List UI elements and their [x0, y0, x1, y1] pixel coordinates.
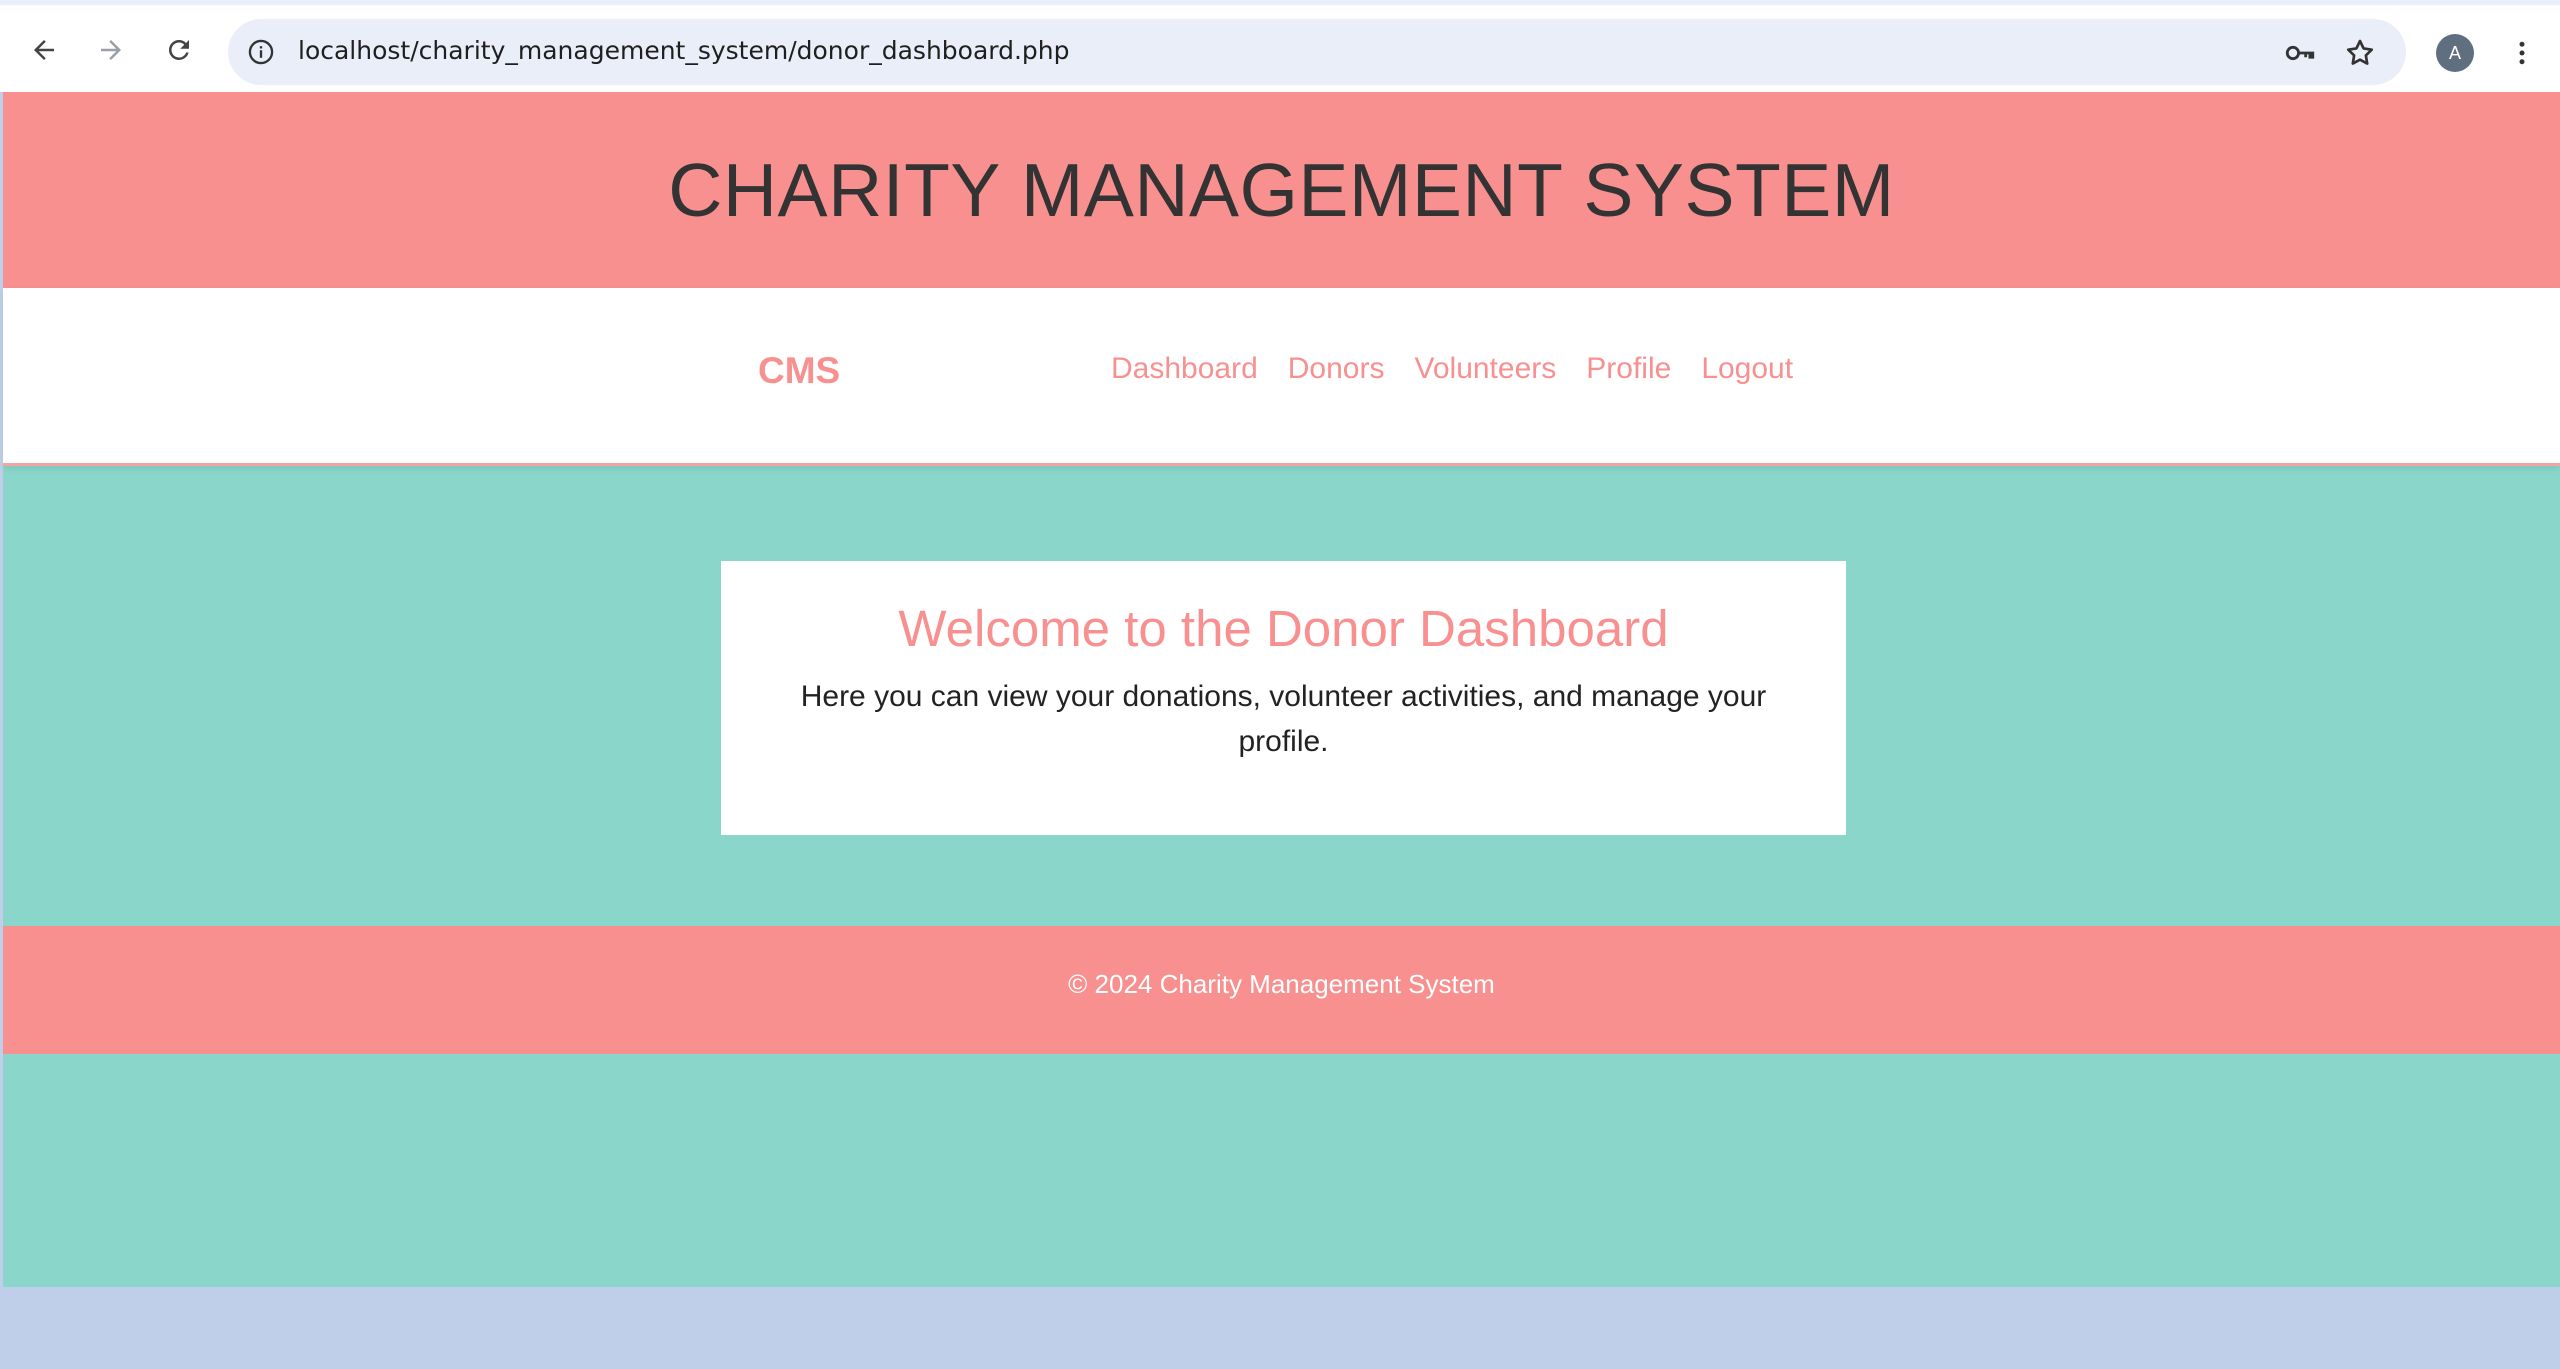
nav-link-donors[interactable]: Donors	[1288, 352, 1385, 386]
nav-links: Dashboard Donors Volunteers Profile Logo…	[1111, 352, 1793, 386]
arrow-right-icon	[101, 40, 121, 60]
browser-toolbar: localhost/charity_management_system/dono…	[0, 0, 2560, 92]
site-title: CHARITY MANAGEMENT SYSTEM	[668, 148, 1895, 232]
url-text[interactable]: localhost/charity_management_system/dono…	[298, 36, 1070, 65]
forward-button[interactable]	[88, 27, 134, 73]
reload-button[interactable]	[156, 27, 202, 73]
nav-link-dashboard[interactable]: Dashboard	[1111, 352, 1258, 386]
page-viewport: CHARITY MANAGEMENT SYSTEM CMS Dashboard …	[3, 92, 2560, 1287]
arrow-left-icon	[34, 40, 54, 60]
more-vert-icon[interactable]	[2504, 33, 2540, 73]
brand-logo[interactable]: CMS	[758, 350, 840, 392]
welcome-text: Here you can view your donations, volunt…	[800, 680, 1767, 758]
reload-icon	[168, 39, 189, 60]
welcome-heading: Welcome to the Donor Dashboard	[898, 600, 1669, 657]
info-icon[interactable]	[244, 35, 278, 69]
site-header: CHARITY MANAGEMENT SYSTEM	[3, 92, 2560, 288]
profile-avatar[interactable]: A	[2436, 34, 2474, 72]
star-icon[interactable]	[2342, 35, 2378, 71]
site-footer: © 2024 Charity Management System	[3, 926, 2560, 1054]
nav-link-profile[interactable]: Profile	[1586, 352, 1671, 386]
nav-link-volunteers[interactable]: Volunteers	[1414, 352, 1556, 386]
key-icon[interactable]	[2282, 35, 2318, 71]
main-navbar: CMS Dashboard Donors Volunteers Profile …	[3, 288, 2560, 466]
back-button[interactable]	[21, 27, 67, 73]
nav-link-logout[interactable]: Logout	[1701, 352, 1793, 386]
address-bar[interactable]: localhost/charity_management_system/dono…	[228, 19, 2406, 85]
welcome-card: Welcome to the Donor Dashboard Here you …	[721, 561, 1846, 835]
footer-text: © 2024 Charity Management System	[1068, 968, 1495, 999]
